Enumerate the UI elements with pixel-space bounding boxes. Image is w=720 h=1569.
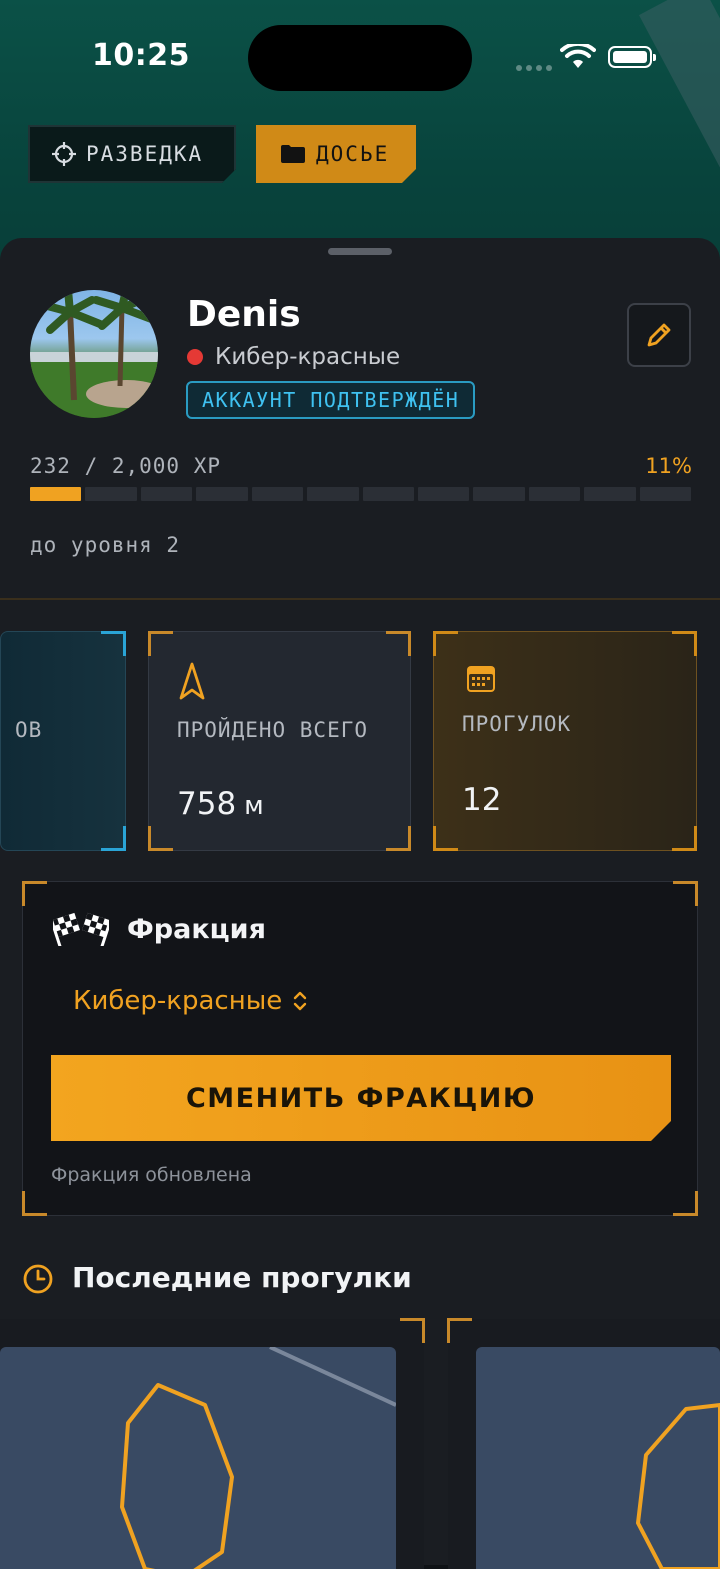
faction-color-dot bbox=[187, 349, 203, 365]
checkered-flags-icon bbox=[53, 912, 109, 946]
navigation-arrow-icon bbox=[179, 662, 205, 700]
stat-card-distance[interactable]: ПРОЙДЕНО ВСЕГО 758 м bbox=[148, 631, 411, 851]
xp-segment bbox=[584, 487, 636, 501]
xp-segment bbox=[196, 487, 248, 501]
dynamic-island bbox=[248, 25, 472, 91]
faction-card: Фракция Кибер-красные СМЕНИТЬ ФРАКЦИЮ Фр… bbox=[22, 881, 698, 1216]
xp-segment bbox=[85, 487, 137, 501]
stat-value: 758 м bbox=[177, 786, 264, 822]
xp-segment bbox=[307, 487, 359, 501]
clock-icon bbox=[23, 1264, 53, 1294]
edit-profile-button[interactable] bbox=[627, 303, 691, 367]
next-level-label: до уровня 2 bbox=[30, 533, 181, 557]
profile-faction-label: Кибер-красные bbox=[215, 344, 401, 370]
xp-segment bbox=[251, 487, 304, 501]
profile-faction: Кибер-красные bbox=[187, 344, 400, 370]
faction-select[interactable]: Кибер-красные bbox=[73, 986, 308, 1016]
change-faction-button[interactable]: СМЕНИТЬ ФРАКЦИЮ bbox=[51, 1055, 671, 1141]
xp-progress-bar bbox=[30, 487, 692, 501]
xp-segment bbox=[639, 487, 692, 501]
tab-dossier[interactable]: ДОСЬЕ bbox=[256, 125, 416, 183]
chevron-updown-icon bbox=[294, 991, 307, 1011]
verified-badge: АККАУНТ ПОДТВЕРЖДЁН bbox=[186, 381, 476, 419]
xp-counter: 232 / 2,000 XP bbox=[30, 454, 222, 478]
stat-card-walks[interactable]: ПРОГУЛОК 12 bbox=[433, 631, 697, 851]
walk-map bbox=[0, 1347, 396, 1569]
stat-card-partial[interactable]: ОВ bbox=[0, 631, 126, 851]
xp-segment bbox=[30, 487, 82, 501]
battery-icon bbox=[608, 46, 656, 68]
dossier-sheet: Denis Кибер-красные АККАУНТ ПОДТВЕРЖДЁН … bbox=[0, 238, 720, 1569]
avatar[interactable] bbox=[30, 290, 158, 418]
recent-walks-title: Последние прогулки bbox=[72, 1261, 412, 1294]
walk-card[interactable] bbox=[447, 1318, 720, 1569]
status-time: 10:25 bbox=[92, 38, 190, 73]
xp-segment bbox=[362, 487, 414, 501]
xp-segment bbox=[140, 487, 193, 501]
stat-label: ПРОГУЛОК bbox=[462, 712, 572, 736]
faction-select-value: Кибер-красные bbox=[73, 986, 283, 1016]
sheet-handle[interactable] bbox=[328, 248, 392, 255]
xp-segment bbox=[528, 487, 581, 501]
stat-label: ПРОЙДЕНО ВСЕГО bbox=[177, 718, 369, 742]
profile-name: Denis bbox=[187, 294, 301, 335]
section-divider bbox=[0, 598, 720, 600]
faction-status-text: Фракция обновлена bbox=[51, 1164, 252, 1186]
tab-dossier-label: ДОСЬЕ bbox=[316, 142, 390, 166]
walk-card[interactable] bbox=[0, 1318, 425, 1569]
tab-recon[interactable]: РАЗВЕДКА bbox=[28, 125, 236, 183]
pencil-icon bbox=[647, 323, 671, 347]
status-bar: 10:25 bbox=[0, 0, 720, 116]
calendar-icon bbox=[467, 666, 495, 692]
tab-recon-label: РАЗВЕДКА bbox=[86, 142, 204, 166]
stat-value: 12 bbox=[462, 782, 502, 818]
folder-icon bbox=[280, 144, 306, 164]
walk-map bbox=[476, 1347, 720, 1569]
stat-label: ОВ bbox=[15, 718, 43, 742]
xp-percent: 11% bbox=[645, 454, 692, 478]
xp-segment bbox=[417, 487, 470, 501]
crosshair-icon bbox=[52, 142, 76, 166]
signal-icon bbox=[516, 56, 556, 75]
xp-segment bbox=[473, 487, 525, 501]
faction-card-title: Фракция bbox=[127, 914, 266, 945]
wifi-icon bbox=[560, 44, 596, 68]
